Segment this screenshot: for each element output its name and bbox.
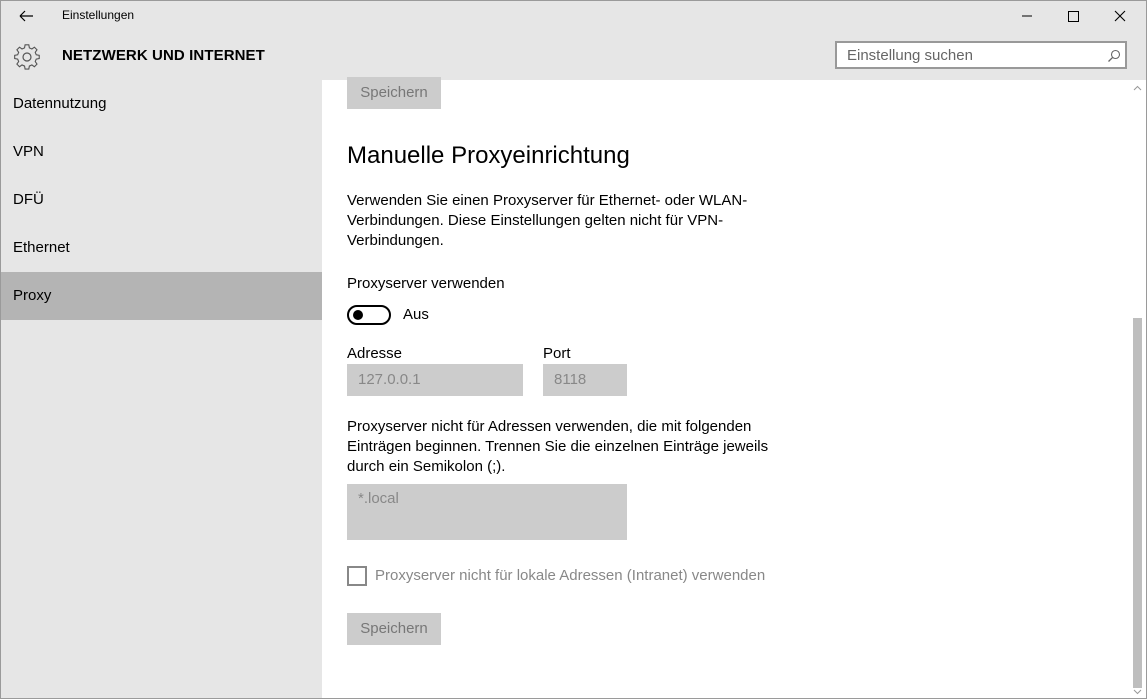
minimize-button[interactable]: [1004, 1, 1050, 31]
back-button[interactable]: [11, 4, 39, 28]
search-input[interactable]: [835, 41, 1127, 69]
local-addresses-label: Proxyserver nicht für lokale Adressen (I…: [375, 567, 766, 584]
exceptions-description: Proxyserver nicht für Adressen verwenden…: [347, 418, 769, 475]
page-title: NETZWERK UND INTERNET: [62, 47, 265, 64]
main-content: Speichern Manuelle Proxyeinrichtung Verw…: [322, 77, 1129, 698]
back-arrow-icon: [19, 10, 33, 22]
scroll-up-arrow-icon[interactable]: [1133, 84, 1142, 93]
save-button-top[interactable]: Speichern: [347, 77, 441, 109]
toggle-state-text: Aus: [403, 306, 429, 323]
close-icon: [1114, 10, 1126, 22]
settings-window: Einstellungen NETZWERK UND INTERNET Eins…: [0, 0, 1147, 699]
local-addresses-checkbox[interactable]: [347, 566, 367, 586]
exceptions-field[interactable]: *.local: [347, 484, 627, 540]
sidebar-item-dfue[interactable]: DFÜ: [1, 176, 322, 224]
page-header: NETZWERK UND INTERNET: [1, 31, 1146, 80]
sidebar-item-vpn[interactable]: VPN: [1, 128, 322, 176]
port-label: Port: [543, 345, 571, 362]
scroll-down-arrow-icon[interactable]: [1133, 687, 1142, 696]
close-button[interactable]: [1097, 1, 1143, 31]
scrollbar[interactable]: [1129, 80, 1146, 698]
minimize-icon: [1022, 15, 1032, 17]
scroll-thumb[interactable]: [1133, 318, 1142, 688]
address-field[interactable]: 127.0.0.1: [347, 364, 523, 396]
search-icon[interactable]: [1107, 49, 1121, 63]
maximize-icon: [1068, 11, 1079, 22]
proxy-description: Verwenden Sie einen Proxyserver für Ethe…: [347, 192, 748, 249]
window-title: Einstellungen: [62, 8, 135, 22]
use-proxy-label: Proxyserver verwenden: [347, 275, 505, 292]
toggle-knob: [353, 310, 363, 320]
address-label: Adresse: [347, 345, 403, 362]
sidebar-item-datennutzung[interactable]: Datennutzung: [1, 80, 322, 128]
save-button-bottom[interactable]: Speichern: [347, 613, 441, 645]
sidebar-item-proxy[interactable]: Proxy: [1, 272, 322, 320]
sidebar: Datennutzung VPN DFÜ Ethernet Proxy: [1, 80, 322, 698]
section-title: Manuelle Proxyeinrichtung: [347, 142, 630, 169]
gear-icon: [14, 44, 40, 70]
sidebar-item-ethernet[interactable]: Ethernet: [1, 224, 322, 272]
port-field[interactable]: 8118: [543, 364, 627, 396]
maximize-button[interactable]: [1050, 1, 1096, 31]
title-bar: Einstellungen: [1, 1, 1146, 31]
use-proxy-toggle[interactable]: [347, 305, 391, 325]
